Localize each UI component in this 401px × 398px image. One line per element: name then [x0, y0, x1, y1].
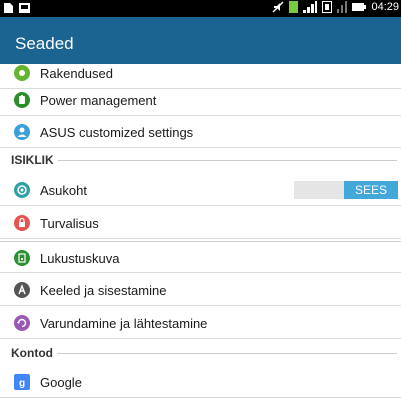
status-left — [4, 3, 30, 13]
settings-item-label: Power management — [40, 93, 157, 108]
status-time: 04:29 — [371, 1, 399, 13]
section-title: Kontod — [11, 346, 57, 360]
settings-item-asukoht[interactable]: Asukoht SEES — [0, 174, 401, 206]
settings-item-power-management[interactable]: Power management — [0, 84, 401, 116]
settings-item-label: Varundamine ja lähtestamine — [40, 316, 208, 331]
settings-item-label: Asukoht — [40, 183, 87, 198]
mute-icon — [272, 1, 284, 13]
language-icon — [14, 282, 30, 298]
toggle-on-label: SEES — [344, 181, 398, 199]
apps-icon — [14, 65, 30, 81]
asus-settings-icon — [14, 124, 30, 140]
settings-item-lukustuskuva[interactable]: Lukustuskuva — [0, 241, 401, 273]
settings-item-turvalisus[interactable]: Turvalisus — [0, 207, 401, 239]
section-header-kontod: Kontod — [0, 341, 401, 363]
settings-item-label: Lukustuskuva — [40, 251, 120, 266]
power-icon — [14, 92, 30, 108]
lock-icon — [14, 215, 30, 231]
settings-item-google[interactable]: g Google — [0, 366, 401, 398]
status-bar: 04:29 — [0, 0, 401, 17]
page-title: Seaded — [15, 34, 74, 53]
signal2-icon — [337, 1, 348, 13]
settings-item-label: ASUS customized settings — [40, 125, 194, 140]
settings-item-label: Google — [40, 375, 82, 390]
google-icon: g — [14, 374, 30, 390]
notification-icon — [4, 3, 13, 13]
settings-item-label: Turvalisus — [40, 216, 99, 231]
svg-text:g: g — [19, 378, 25, 389]
status-right: 04:29 — [272, 1, 399, 13]
section-divider — [11, 160, 397, 161]
sim-icon — [289, 1, 299, 13]
backup-icon — [14, 315, 30, 331]
location-toggle[interactable]: SEES — [294, 181, 398, 199]
signal-icon — [303, 1, 318, 13]
section-title: ISIKLIK — [11, 153, 58, 167]
section-header-isiklik: ISIKLIK — [0, 148, 401, 170]
settings-item-varundamine[interactable]: Varundamine ja lähtestamine — [0, 307, 401, 339]
settings-item-keeled[interactable]: Keeled ja sisestamine — [0, 274, 401, 306]
message-icon — [19, 3, 30, 13]
settings-item-label: Keeled ja sisestamine — [40, 283, 167, 298]
location-icon — [14, 182, 30, 198]
section-divider — [11, 353, 397, 354]
battery-icon — [352, 3, 367, 11]
settings-item-label: Rakendused — [40, 66, 113, 81]
sim2-icon — [322, 1, 333, 13]
lockscreen-icon — [14, 250, 30, 266]
settings-item-asus-customized[interactable]: ASUS customized settings — [0, 116, 401, 148]
